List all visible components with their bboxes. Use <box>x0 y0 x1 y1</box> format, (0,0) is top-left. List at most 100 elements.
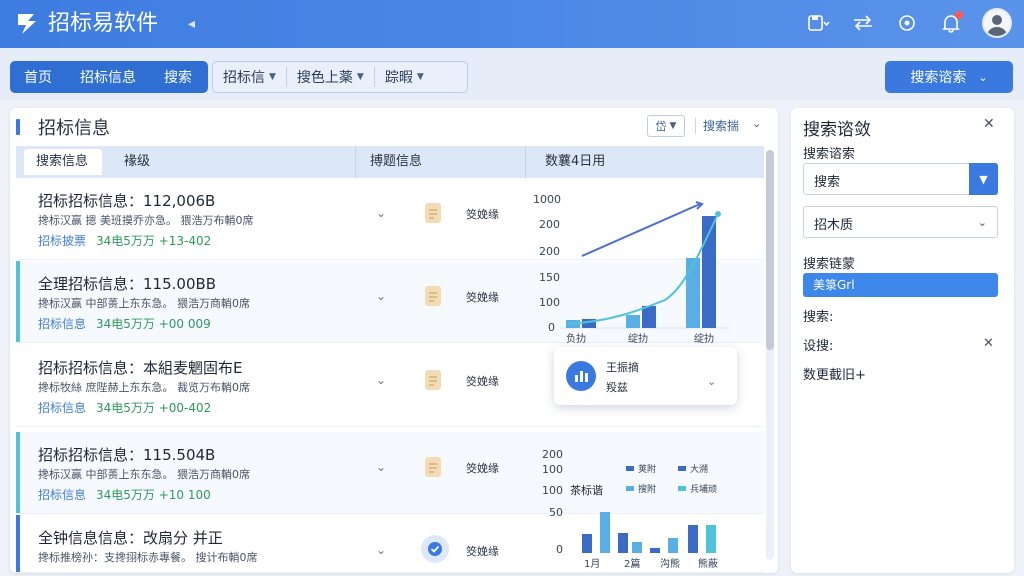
chevron-down-icon[interactable]: ⌄ <box>376 206 386 220</box>
search-button[interactable]: 搜索谘索 ⌄ <box>885 61 1013 93</box>
y-tick: 200 <box>539 245 560 258</box>
row-amount: 34电5万万 +00-402 <box>96 401 212 415</box>
chevron-down-icon[interactable]: ⌄ <box>752 117 761 130</box>
bar <box>688 525 698 553</box>
row-status: 筊娩缘 <box>466 462 499 475</box>
trend-line <box>581 203 701 257</box>
row-status: 筊娩缘 <box>466 291 499 304</box>
chevron-down-icon[interactable]: ⌄ <box>707 375 716 388</box>
bar <box>626 315 640 328</box>
category-select[interactable]: 招木质 ⌄ <box>803 206 998 238</box>
row-link[interactable]: 招标信息 <box>38 399 86 416</box>
settings-gear-icon[interactable] <box>894 10 920 36</box>
nav-dropdown-1[interactable]: 招标信 ▼ <box>213 67 286 87</box>
nav-home[interactable]: 首页 <box>10 67 66 87</box>
y-tick: 1000 <box>533 193 561 206</box>
panel-title: 招标信息 <box>38 118 110 139</box>
nav-dropdown-3-label: 踪暇 <box>384 70 413 86</box>
search-field-label: 搜索谘索 <box>803 147 856 162</box>
row-link[interactable]: 招标信息 <box>38 315 86 332</box>
caret-down-icon: ▼ <box>669 121 677 131</box>
search-option-label: 搜索: <box>803 310 834 325</box>
row-description: 搀标牧絲 庶陛赫上东东急。 裁览万布輎0席 <box>38 381 250 394</box>
row-status: 筊娩缘 <box>466 375 499 388</box>
collapse-sidebar-icon[interactable]: ◂ <box>188 16 195 32</box>
toolbar-divider <box>695 118 696 134</box>
x-tick: 沟熊 <box>660 557 680 570</box>
bar-chart-icon <box>566 361 596 391</box>
nav-dropdown-2-label: 搜色上薬 <box>296 70 353 86</box>
close-icon[interactable]: ✕ <box>983 116 995 132</box>
notification-bell-icon[interactable] <box>938 10 964 36</box>
grouped-bar-chart: 200 100 100 50 0 茶标谐 荚附 大溯 搜附 兵埔顽 1月 2篇 … <box>542 448 718 570</box>
data-popover[interactable]: 王振摘 羖兹 ⌄ <box>554 347 737 405</box>
row-title: 全理招标信息：115.00BB <box>38 275 217 293</box>
top-toolbar <box>806 8 1012 38</box>
row-title: 招标招标信息：115.504B <box>38 446 216 464</box>
row-accent-bar <box>16 515 20 572</box>
check-circle-icon <box>421 535 449 563</box>
nav-dropdown-2[interactable]: 搜色上薬 ▼ <box>287 67 374 87</box>
row-description: 搀标汉赢 摁 美班摸乔亦急。 猥浩万布輎0席 <box>38 214 254 227</box>
document-icon <box>425 286 441 306</box>
bar <box>632 542 642 553</box>
panel-search-filter[interactable]: 搜索揣 <box>703 117 739 134</box>
app-title: 招标易软件 <box>48 11 159 36</box>
x-tick: 绽扐 <box>628 332 648 345</box>
legend-swatch <box>626 486 634 491</box>
scrollbar-thumb[interactable] <box>766 150 774 350</box>
nav-search[interactable]: 搜索 <box>150 67 206 87</box>
row-accent-bar <box>16 432 20 513</box>
popover-subtitle: 羖兹 <box>606 381 628 394</box>
y-tick: 50 <box>549 506 563 519</box>
side-panel-title: 搜索谘敛 <box>803 120 871 140</box>
nav-dropdown-3[interactable]: 踪暇 ▼ <box>375 67 434 87</box>
chevron-down-icon[interactable]: ⌄ <box>376 460 386 474</box>
bar <box>686 258 700 328</box>
y-tick: 200 <box>542 448 563 461</box>
legend-label: 搜附 <box>638 483 656 495</box>
tab-search-info[interactable]: 搜索信息 <box>36 146 88 178</box>
popover-title: 王振摘 <box>606 361 639 374</box>
nav-bid-info[interactable]: 招标信息 <box>66 67 150 87</box>
legend-swatch <box>626 466 634 471</box>
filter-dropdown[interactable]: 岱 ▼ <box>647 115 685 137</box>
header-divider <box>525 146 526 178</box>
selected-tag-chip[interactable]: 美箓Grl <box>803 273 998 297</box>
row-description: 搀标汉赢 中部蒉上东东急。 猥浩万商輎0席 <box>38 297 250 310</box>
row-title: 招标招标信息：本組麦魍固布E <box>38 359 243 377</box>
tab-level[interactable]: 褖级 <box>124 146 150 178</box>
caret-down-icon: ▼ <box>416 72 424 82</box>
row-title: 全钟信息信息：改扇分 并正 <box>38 529 223 547</box>
save-menu-icon[interactable] <box>806 10 832 36</box>
row-title: 招标招标信息：112,006B <box>38 192 216 210</box>
chevron-down-icon: ⌄ <box>977 216 987 229</box>
row-link[interactable]: 招标信息 <box>38 486 86 503</box>
close-icon[interactable]: ✕ <box>983 336 994 351</box>
more-filters-link[interactable]: 数更截旧+ <box>803 364 866 383</box>
bar <box>600 512 610 553</box>
y-tick: 100 <box>542 484 563 497</box>
category-select-value: 招木质 <box>814 218 854 233</box>
transfer-icon[interactable] <box>850 10 876 36</box>
bar <box>706 525 716 553</box>
chevron-down-icon[interactable]: ⌄ <box>376 289 386 303</box>
x-tick: 1月 <box>584 558 600 570</box>
search-link-label: 搜索链蒙 <box>803 257 856 272</box>
bar <box>618 533 628 553</box>
chevron-down-icon[interactable]: ⌄ <box>376 373 386 387</box>
header-data: 数蘘4日用 <box>545 154 606 169</box>
y-tick: 0 <box>556 543 563 556</box>
header-divider <box>355 146 356 178</box>
row-description: 搀标汉赢 中部蒉上东东急。 猥浩万商輎0席 <box>38 468 250 481</box>
row-link[interactable]: 招标披票 <box>38 232 86 249</box>
search-select[interactable]: 搜索 ▼ <box>803 163 998 195</box>
x-tick: 2篇 <box>624 557 640 570</box>
bar <box>650 548 660 553</box>
y-tick: 100 <box>539 296 560 309</box>
document-icon <box>425 203 441 223</box>
settings-option-label: 设搜: <box>803 339 834 354</box>
user-avatar[interactable] <box>982 8 1012 38</box>
chevron-down-icon[interactable]: ⌄ <box>376 543 386 557</box>
chevron-down-icon[interactable]: ▼ <box>969 163 998 195</box>
